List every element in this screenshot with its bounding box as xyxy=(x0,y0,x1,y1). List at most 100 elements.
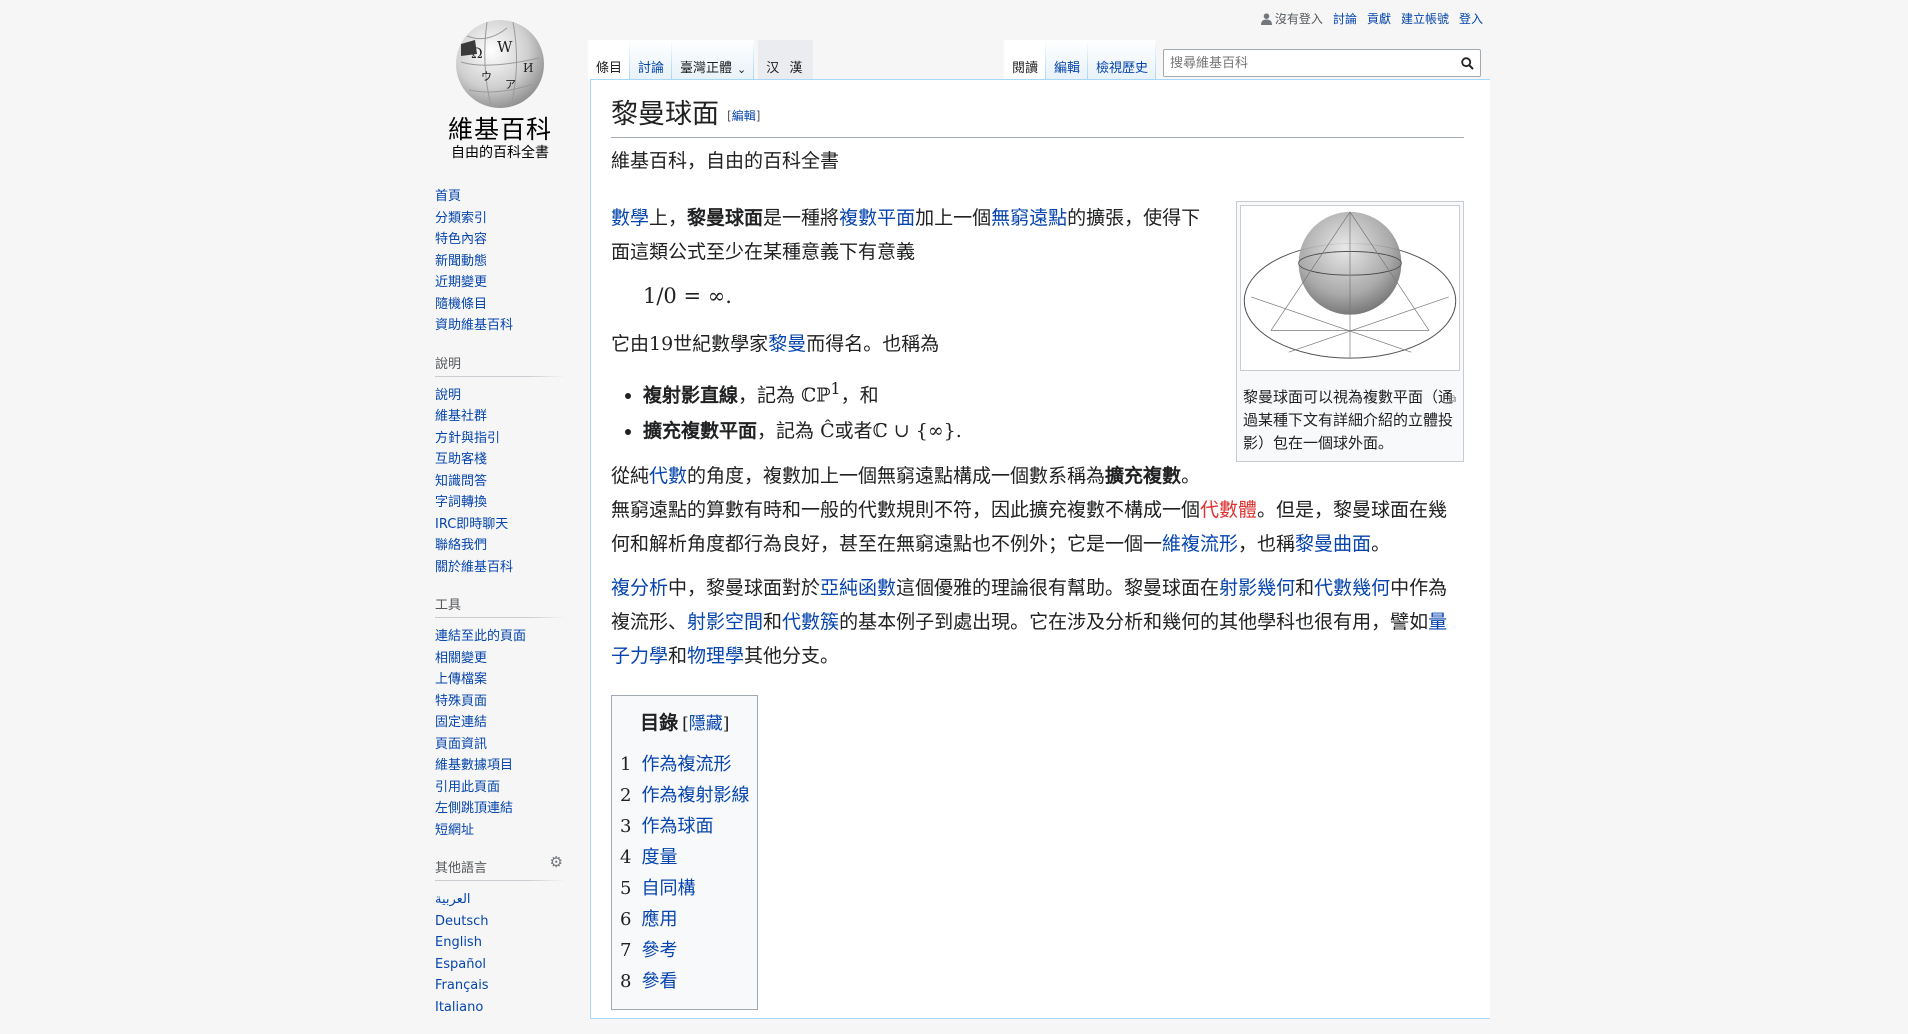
tab-history[interactable]: 檢視歷史 xyxy=(1088,40,1156,80)
sidebar-item-short-url[interactable]: 短網址 xyxy=(435,823,474,838)
toc-item[interactable]: 2 作為複射影線 xyxy=(620,780,749,811)
wikipedia-globe-icon: Ω W И ウ ア xyxy=(456,20,544,108)
language-link-it[interactable]: Italiano xyxy=(435,1000,483,1015)
sidebar-item-featured[interactable]: 特色內容 xyxy=(435,232,487,247)
site-subtitle: 維基百科，自由的百科全書 xyxy=(611,149,840,172)
sidebar-item-about[interactable]: 關於維基百科 xyxy=(435,560,513,575)
toc-item[interactable]: 4 度量 xyxy=(620,842,749,873)
algebra-paragraph: 從純代數的角度，複數加上一個無窮遠點構成一個數系稱為擴充複數。無窮遠點的算數有時… xyxy=(611,464,1448,555)
sidebar-item-main-page[interactable]: 首頁 xyxy=(435,189,461,204)
link-complex-plane[interactable]: 複數平面 xyxy=(839,207,915,229)
toc-toggle[interactable]: 隱藏 xyxy=(689,714,723,734)
toc-title: 目錄 [隱藏] xyxy=(640,711,730,734)
link-complex-analysis[interactable]: 複分析 xyxy=(611,577,668,599)
sidebar-item-cite[interactable]: 引用此頁面 xyxy=(435,780,500,795)
link-projective-geometry[interactable]: 射影幾何 xyxy=(1219,577,1295,599)
language-link-de[interactable]: Deutsch xyxy=(435,914,489,929)
language-link-es[interactable]: Español xyxy=(435,957,486,972)
sidebar-tools: 工具 連結至此的頁面 相關變更 上傳檔案 特殊頁面 固定連結 頁面資訊 維基數據… xyxy=(435,594,565,841)
toc-item[interactable]: 3 作為球面 xyxy=(620,811,749,842)
personal-talk-link[interactable]: 討論 xyxy=(1333,10,1357,27)
toc-item[interactable]: 7 參考 xyxy=(620,935,749,966)
language-link-fr[interactable]: Français xyxy=(435,978,489,993)
sidebar-item-jump-top[interactable]: 左側跳頂連結 xyxy=(435,801,513,816)
enlarge-icon[interactable]: ⧉ xyxy=(1449,388,1456,411)
sidebar-item-categories[interactable]: 分類索引 xyxy=(435,211,487,226)
toc-list: 1 作為複流形 2 作為複射影線 3 作為球面 4 度量 5 自同構 6 應用 7 參考 8參… xyxy=(620,749,749,997)
riemann-sphere-image[interactable] xyxy=(1240,204,1460,371)
sidebar-item-qa[interactable]: 知識問答 xyxy=(435,474,487,489)
sidebar: 首頁 分類索引 特色內容 新聞動態 近期變更 隨機條目 資助維基百科 說明 說明… xyxy=(435,186,565,1034)
search-icon[interactable] xyxy=(1454,50,1480,76)
table-of-contents: 目錄 [隱藏] 1 作為複流形 2 作為複射影線 3 作為球面 4 度量 5 自同構 6 應用… xyxy=(611,694,759,1010)
link-algebraic-variety[interactable]: 代數簇 xyxy=(782,611,839,633)
toc-item[interactable]: 5 自同構 xyxy=(620,873,749,904)
thumbnail-caption: ⧉ 黎曼球面可以視為複數平面（通過某種下文有詳細介紹的立體投影）包在一個球外面。 xyxy=(1243,387,1456,452)
sidebar-languages: 其他語言 ⚙ العربية Deutsch English Español Fr… xyxy=(435,853,565,1018)
sidebar-item-contact[interactable]: 聯絡我們 xyxy=(435,538,487,553)
sidebar-navigation: 首頁 分類索引 特色內容 新聞動態 近期變更 隨機條目 資助維基百科 xyxy=(435,186,565,337)
svg-text:И: И xyxy=(523,61,533,75)
link-complex-manifold[interactable]: 維複流形 xyxy=(1162,533,1238,555)
sidebar-help: 說明 說明 維基社群 方針與指引 互助客棧 知識問答 字詞轉換 IRC即時聊天 … xyxy=(435,352,565,579)
sidebar-item-policies[interactable]: 方針與指引 xyxy=(435,431,500,446)
link-projective-space[interactable]: 射影空間 xyxy=(687,611,763,633)
content-area: 黎曼球面 [編輯] 維基百科，自由的百科全書 ⧉ 黎曼球面可以視為複數平面（通過… xyxy=(590,79,1490,1019)
applications-paragraph: 複分析中，黎曼球面對於亞純函數這個優雅的理論很有幫助。黎曼球面在射影幾何和代數幾… xyxy=(611,576,1448,667)
tab-read[interactable]: 閱讀 xyxy=(1004,40,1046,80)
sidebar-item-special-pages[interactable]: 特殊頁面 xyxy=(435,694,487,709)
svg-text:W: W xyxy=(497,38,513,56)
tab-talk[interactable]: 討論 xyxy=(630,40,672,80)
sidebar-item-recent-changes[interactable]: 近期變更 xyxy=(435,275,487,290)
sidebar-item-random[interactable]: 隨機條目 xyxy=(435,297,487,312)
sidebar-item-news[interactable]: 新聞動態 xyxy=(435,254,487,269)
not-logged-in: 沒有登入 xyxy=(1260,10,1323,27)
svg-text:ウ: ウ xyxy=(481,70,492,83)
sidebar-item-page-info[interactable]: 頁面資訊 xyxy=(435,737,487,752)
tab-article[interactable]: 條目 xyxy=(588,40,630,80)
wikipedia-logo[interactable]: Ω W И ウ ア 維基百科 自由的百科全書 xyxy=(440,14,560,161)
sidebar-item-help[interactable]: 說明 xyxy=(435,388,461,403)
link-field-redlink[interactable]: 代數體 xyxy=(1200,499,1257,521)
link-mathematics[interactable]: 數學 xyxy=(611,207,649,229)
sidebar-item-donate[interactable]: 資助維基百科 xyxy=(435,318,513,333)
logo-wordmark: 維基百科 xyxy=(447,115,552,144)
han-conversion-toggle[interactable]: 汉 漢 xyxy=(758,40,814,80)
create-account-link[interactable]: 建立帳號 xyxy=(1401,10,1449,27)
personal-tools: 沒有登入 討論 貢獻 建立帳號 登入 xyxy=(1260,10,1483,27)
link-riemann-surface[interactable]: 黎曼曲面 xyxy=(1295,533,1371,555)
tab-edit[interactable]: 編輯 xyxy=(1046,40,1088,80)
sidebar-item-what-links-here[interactable]: 連結至此的頁面 xyxy=(435,629,526,644)
sidebar-item-upload[interactable]: 上傳檔案 xyxy=(435,672,487,687)
sidebar-item-permanent-link[interactable]: 固定連結 xyxy=(435,715,487,730)
chevron-down-icon: ⌄ xyxy=(737,63,747,76)
sidebar-item-conversion[interactable]: 字詞轉換 xyxy=(435,495,487,510)
thumbnail: ⧉ 黎曼球面可以視為複數平面（通過某種下文有詳細介紹的立體投影）包在一個球外面。 xyxy=(1236,200,1464,462)
section-edit-link[interactable]: [編輯] xyxy=(727,109,760,123)
variant-dropdown[interactable]: 臺灣正體 ⌄ xyxy=(672,40,754,80)
link-point-at-infinity[interactable]: 無窮遠點 xyxy=(991,207,1067,229)
language-link-ar[interactable]: العربية xyxy=(435,892,471,907)
sidebar-item-community[interactable]: 維基社群 xyxy=(435,409,487,424)
sidebar-item-village-pump[interactable]: 互助客棧 xyxy=(435,452,487,467)
link-riemann[interactable]: 黎曼 xyxy=(768,333,806,355)
link-meromorphic[interactable]: 亞純函數 xyxy=(820,577,896,599)
sidebar-help-heading: 說明 xyxy=(435,352,565,377)
link-algebra[interactable]: 代數 xyxy=(649,465,687,487)
link-physics[interactable]: 物理學 xyxy=(687,645,744,667)
personal-contributions-link[interactable]: 貢獻 xyxy=(1367,10,1391,27)
gear-icon[interactable]: ⚙ xyxy=(550,853,563,871)
toc-item[interactable]: 6 應用 xyxy=(620,904,749,935)
sidebar-item-irc[interactable]: IRC即時聊天 xyxy=(435,517,508,532)
search-input[interactable] xyxy=(1164,55,1454,71)
sidebar-item-related-changes[interactable]: 相關變更 xyxy=(435,651,487,666)
sidebar-languages-heading: 其他語言 ⚙ xyxy=(435,853,565,881)
toc-item[interactable]: 1 作為複流形 xyxy=(620,749,749,780)
toc-item[interactable]: 8 參看 xyxy=(620,966,749,997)
link-algebraic-geometry[interactable]: 代數幾何 xyxy=(1314,577,1390,599)
svg-text:ア: ア xyxy=(505,78,516,91)
article-body: ⧉ 黎曼球面可以視為複數平面（通過某種下文有詳細介紹的立體投影）包在一個球外面。… xyxy=(611,200,1464,1010)
login-link[interactable]: 登入 xyxy=(1459,10,1483,27)
sidebar-item-wikidata[interactable]: 維基數據項目 xyxy=(435,758,513,773)
language-link-en[interactable]: English xyxy=(435,935,482,950)
